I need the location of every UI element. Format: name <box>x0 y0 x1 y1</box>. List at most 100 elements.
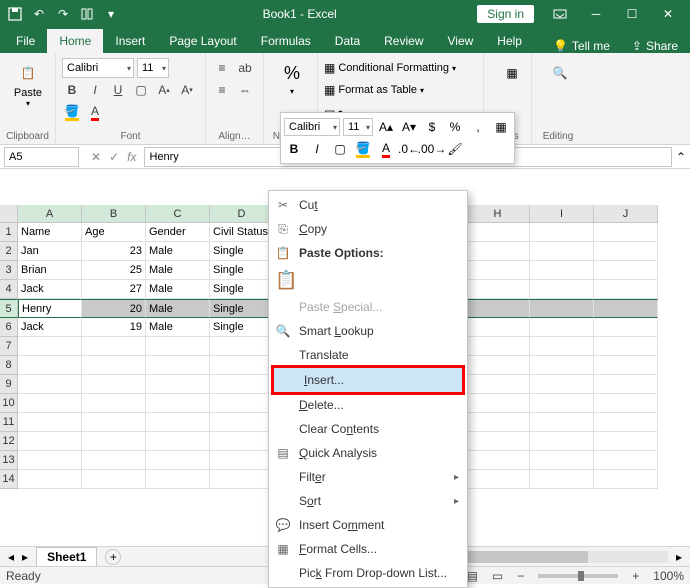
cell[interactable] <box>530 413 594 432</box>
mini-increase-font-icon[interactable]: A▴ <box>376 117 396 137</box>
cell[interactable] <box>594 242 658 261</box>
align-top-icon[interactable]: ≡ <box>212 58 232 78</box>
cell[interactable]: Single <box>210 318 274 337</box>
cell[interactable]: Male <box>146 318 210 337</box>
cell[interactable] <box>82 394 146 413</box>
row-header[interactable]: 13 <box>0 451 18 470</box>
row-header[interactable]: 8 <box>0 356 18 375</box>
cell[interactable] <box>146 356 210 375</box>
cell[interactable]: Male <box>146 261 210 280</box>
cell[interactable] <box>594 451 658 470</box>
cell[interactable] <box>210 394 274 413</box>
tab-data[interactable]: Data <box>323 29 372 53</box>
cell[interactable] <box>594 356 658 375</box>
cell[interactable]: Single <box>210 299 274 318</box>
cell[interactable]: 19 <box>82 318 146 337</box>
tab-file[interactable]: File <box>4 29 47 53</box>
row-header[interactable]: 9 <box>0 375 18 394</box>
mini-accounting-icon[interactable]: $ <box>422 117 442 137</box>
cell[interactable] <box>530 280 594 299</box>
paste-button[interactable]: 📋 Paste ▾ <box>6 57 50 110</box>
cell[interactable] <box>18 432 82 451</box>
row-header[interactable]: 6 <box>0 318 18 337</box>
cell[interactable] <box>146 413 210 432</box>
ctx-pick-from-list[interactable]: Pick From Drop-down List... <box>269 561 467 585</box>
signin-button[interactable]: Sign in <box>477 5 534 23</box>
cell[interactable]: Male <box>146 299 210 318</box>
cell[interactable] <box>530 394 594 413</box>
mini-decrease-decimal-icon[interactable]: .0← <box>399 139 419 159</box>
cell[interactable] <box>594 318 658 337</box>
tab-view[interactable]: View <box>436 29 486 53</box>
sheet-nav-prev-icon[interactable]: ◂ <box>8 550 14 564</box>
zoom-out-icon[interactable]: − <box>517 569 524 583</box>
undo-icon[interactable]: ↶ <box>28 3 50 25</box>
cell[interactable] <box>594 375 658 394</box>
cell[interactable] <box>466 223 530 242</box>
select-all-triangle[interactable] <box>0 205 18 223</box>
merge-icon[interactable]: ⇔ <box>235 80 255 100</box>
cell[interactable] <box>146 394 210 413</box>
cell[interactable]: Name <box>18 223 82 242</box>
tab-home[interactable]: Home <box>47 29 103 53</box>
cell[interactable] <box>82 337 146 356</box>
cell[interactable] <box>466 451 530 470</box>
cell[interactable]: Henry <box>18 299 82 318</box>
cell[interactable] <box>530 318 594 337</box>
row-header[interactable]: 10 <box>0 394 18 413</box>
fill-color-icon[interactable]: 🪣 <box>62 102 82 122</box>
mini-decrease-font-icon[interactable]: A▾ <box>399 117 419 137</box>
cell[interactable] <box>530 261 594 280</box>
tab-review[interactable]: Review <box>372 29 435 53</box>
sheet-tab[interactable]: Sheet1 <box>36 547 97 566</box>
ctx-filter[interactable]: Filter▸ <box>269 465 467 489</box>
zoom-slider[interactable] <box>538 574 618 578</box>
font-color-icon[interactable]: A <box>85 102 105 122</box>
cell[interactable] <box>594 432 658 451</box>
cell[interactable] <box>466 261 530 280</box>
col-header[interactable]: H <box>466 205 530 223</box>
cell[interactable] <box>18 470 82 489</box>
qat-customize-icon[interactable]: ▾ <box>100 3 122 25</box>
cell[interactable] <box>82 413 146 432</box>
tab-help[interactable]: Help <box>485 29 534 53</box>
mini-format-painter-icon[interactable]: 🖌 <box>445 139 465 159</box>
mini-comma-icon[interactable]: , <box>468 117 488 137</box>
cell[interactable] <box>210 413 274 432</box>
cell[interactable] <box>466 242 530 261</box>
cell[interactable]: Gender <box>146 223 210 242</box>
format-as-table-button[interactable]: ▦ Format as Table▾ <box>324 79 477 101</box>
col-header[interactable]: J <box>594 205 658 223</box>
cell[interactable] <box>594 261 658 280</box>
cell[interactable] <box>530 470 594 489</box>
cell[interactable]: 20 <box>82 299 146 318</box>
ctx-delete[interactable]: Delete... <box>269 393 467 417</box>
cell[interactable] <box>594 470 658 489</box>
cell[interactable] <box>18 413 82 432</box>
mini-border-icon[interactable]: ▢ <box>330 139 350 159</box>
cell[interactable] <box>466 394 530 413</box>
ctx-smart-lookup[interactable]: 🔍Smart Lookup <box>269 319 467 343</box>
cell[interactable] <box>210 375 274 394</box>
cell[interactable] <box>82 432 146 451</box>
conditional-formatting-button[interactable]: ▦ Conditional Formatting▾ <box>324 57 477 79</box>
cell[interactable] <box>466 299 530 318</box>
cell[interactable] <box>594 299 658 318</box>
save-icon[interactable] <box>4 3 26 25</box>
ctx-insert-comment[interactable]: 💬Insert Comment <box>269 513 467 537</box>
col-header[interactable]: A <box>18 205 82 223</box>
mini-font-name[interactable]: Calibri <box>284 118 340 136</box>
mini-font-size[interactable]: 11 <box>343 118 373 136</box>
bold-button[interactable]: B <box>62 80 82 100</box>
cell[interactable] <box>146 470 210 489</box>
col-header[interactable]: D <box>210 205 274 223</box>
cell[interactable] <box>82 470 146 489</box>
cell[interactable] <box>466 318 530 337</box>
cell[interactable] <box>146 451 210 470</box>
row-header[interactable]: 3 <box>0 261 18 280</box>
cell[interactable] <box>594 413 658 432</box>
row-header[interactable]: 4 <box>0 280 18 299</box>
row-header[interactable]: 14 <box>0 470 18 489</box>
col-header[interactable]: C <box>146 205 210 223</box>
cell[interactable] <box>530 356 594 375</box>
